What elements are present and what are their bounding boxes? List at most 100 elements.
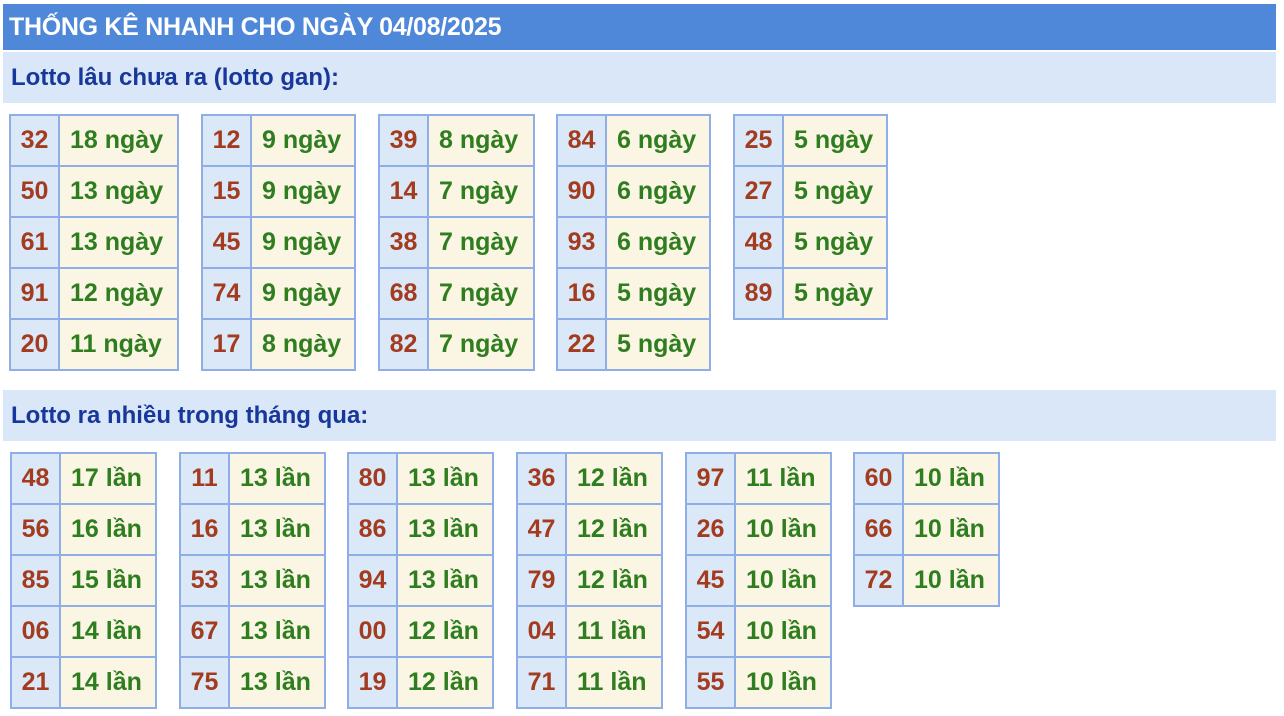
lotto-days-count: 13 ngày: [58, 216, 179, 269]
table-row: 89 5 ngày: [733, 267, 888, 320]
table-row: 74 9 ngày: [201, 267, 356, 320]
lotto-number: 97: [685, 452, 736, 505]
lotto-number: 85: [10, 554, 61, 607]
lotto-number: 06: [10, 605, 61, 658]
lotto-gan-group-2: 12 9 ngày 15 9 ngày 45 9 ngày 74 9 ngày 17 8 ngày: [201, 114, 356, 371]
lotto-number: 74: [201, 267, 252, 320]
lotto-times-count: 13 lần: [396, 503, 494, 556]
lotto-number: 55: [685, 656, 736, 709]
table-row: 06 14 lần: [10, 605, 157, 658]
lotto-times-count: 10 lần: [734, 605, 832, 658]
lotto-days-count: 5 ngày: [605, 267, 711, 320]
table-row: 25 5 ngày: [733, 114, 888, 167]
lotto-gan-group-1: 32 18 ngày 50 13 ngày 61 13 ngày 91 12 ngày 20 11…: [9, 114, 179, 371]
lotto-times-count: 13 lần: [228, 503, 326, 556]
table-row: 47 12 lần: [516, 503, 663, 556]
lotto-number: 80: [347, 452, 398, 505]
lotto-number: 26: [685, 503, 736, 556]
table-row: 27 5 ngày: [733, 165, 888, 218]
lotto-days-count: 13 ngày: [58, 165, 179, 218]
lotto-times-count: 14 lần: [59, 656, 157, 709]
lotto-times-count: 13 lần: [396, 554, 494, 607]
lotto-times-count: 12 lần: [396, 605, 494, 658]
lotto-times-count: 10 lần: [734, 503, 832, 556]
lotto-times-count: 10 lần: [734, 554, 832, 607]
lotto-times-count: 12 lần: [565, 503, 663, 556]
table-row: 38 7 ngày: [378, 216, 535, 269]
lotto-days-count: 9 ngày: [250, 216, 356, 269]
table-row: 91 12 ngày: [9, 267, 179, 320]
lotto-days-count: 5 ngày: [605, 318, 711, 371]
lotto-number: 66: [853, 503, 904, 556]
table-row: 82 7 ngày: [378, 318, 535, 371]
lotto-times-count: 13 lần: [228, 554, 326, 607]
lotto-number: 79: [516, 554, 567, 607]
lotto-number: 48: [10, 452, 61, 505]
lotto-number: 61: [9, 216, 60, 269]
lotto-number: 27: [733, 165, 784, 218]
table-row: 93 6 ngày: [556, 216, 711, 269]
lotto-number: 72: [853, 554, 904, 607]
lotto-number: 89: [733, 267, 784, 320]
table-row: 45 10 lần: [685, 554, 832, 607]
lotto-number: 93: [556, 216, 607, 269]
lotto-number: 20: [9, 318, 60, 371]
lotto-times-count: 14 lần: [59, 605, 157, 658]
lotto-nhieu-group-5: 97 11 lần 26 10 lần 45 10 lần 54 10 lần 55 10 lần: [685, 452, 832, 709]
table-row: 53 13 lần: [179, 554, 326, 607]
lotto-number: 22: [556, 318, 607, 371]
lotto-number: 17: [201, 318, 252, 371]
table-row: 20 11 ngày: [9, 318, 179, 371]
lotto-number: 45: [685, 554, 736, 607]
table-row: 86 13 lần: [347, 503, 494, 556]
lotto-number: 91: [9, 267, 60, 320]
lotto-number: 04: [516, 605, 567, 658]
table-row: 36 12 lần: [516, 452, 663, 505]
lotto-number: 56: [10, 503, 61, 556]
table-row: 22 5 ngày: [556, 318, 711, 371]
table-row: 32 18 ngày: [9, 114, 179, 167]
table-row: 39 8 ngày: [378, 114, 535, 167]
table-row: 48 5 ngày: [733, 216, 888, 269]
table-row: 75 13 lần: [179, 656, 326, 709]
table-row: 45 9 ngày: [201, 216, 356, 269]
lotto-times-count: 10 lần: [902, 554, 1000, 607]
lotto-days-count: 8 ngày: [250, 318, 356, 371]
lotto-days-count: 7 ngày: [427, 165, 535, 218]
lotto-times-count: 11 lần: [565, 605, 663, 658]
lotto-times-count: 11 lần: [565, 656, 663, 709]
lotto-number: 12: [201, 114, 252, 167]
lotto-days-count: 6 ngày: [605, 165, 711, 218]
lotto-number: 71: [516, 656, 567, 709]
lotto-number: 84: [556, 114, 607, 167]
table-row: 80 13 lần: [347, 452, 494, 505]
table-row: 00 12 lần: [347, 605, 494, 658]
table-row: 26 10 lần: [685, 503, 832, 556]
lotto-number: 48: [733, 216, 784, 269]
lotto-days-count: 9 ngày: [250, 267, 356, 320]
table-row: 16 5 ngày: [556, 267, 711, 320]
lotto-nhieu-group-3: 80 13 lần 86 13 lần 94 13 lần 00 12 lần 19 12 lần: [347, 452, 494, 709]
lotto-number: 50: [9, 165, 60, 218]
table-row: 14 7 ngày: [378, 165, 535, 218]
lotto-days-count: 12 ngày: [58, 267, 179, 320]
lotto-number: 75: [179, 656, 230, 709]
lotto-number: 32: [9, 114, 60, 167]
lotto-days-count: 11 ngày: [58, 318, 179, 371]
lotto-times-count: 17 lần: [59, 452, 157, 505]
lotto-number: 90: [556, 165, 607, 218]
table-row: 48 17 lần: [10, 452, 157, 505]
lotto-gan-group-4: 84 6 ngày 90 6 ngày 93 6 ngày 16 5 ngày 22 5 ngày: [556, 114, 711, 371]
table-row: 15 9 ngày: [201, 165, 356, 218]
lotto-number: 25: [733, 114, 784, 167]
section-title-lotto-nhieu: Lotto ra nhiều trong tháng qua:: [3, 390, 1276, 441]
table-row: 97 11 lần: [685, 452, 832, 505]
lotto-days-count: 7 ngày: [427, 216, 535, 269]
table-row: 94 13 lần: [347, 554, 494, 607]
lotto-times-count: 12 lần: [565, 452, 663, 505]
lotto-days-count: 7 ngày: [427, 267, 535, 320]
lotto-number: 15: [201, 165, 252, 218]
table-row: 79 12 lần: [516, 554, 663, 607]
table-row: 71 11 lần: [516, 656, 663, 709]
lotto-times-count: 16 lần: [59, 503, 157, 556]
